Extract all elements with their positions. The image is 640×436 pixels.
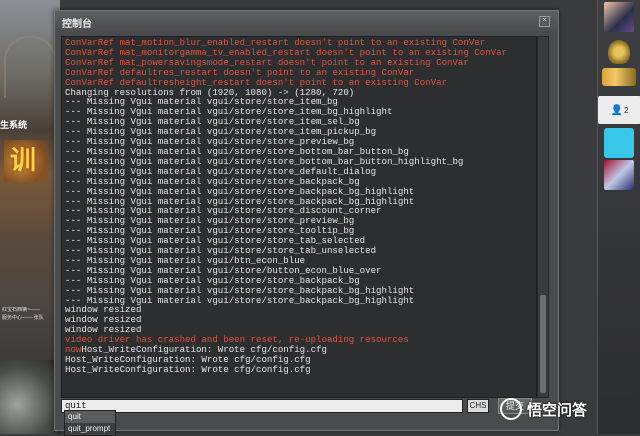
game-background-left: 生系统 训 红宝石西辆~—— 服务中心——·张队 — [0, 0, 60, 434]
scrollbar-thumb[interactable] — [540, 295, 546, 393]
autocomplete-item[interactable]: quit — [65, 411, 115, 423]
console-line: --- Missing Vgui material vgui/store/sto… — [65, 185, 415, 197]
background-small-text-2: 服务中心——·张队 — [2, 315, 44, 321]
friend-avatar[interactable] — [604, 160, 634, 190]
console-window: 控制台 × ConVarRef mat_motion_blur_enabled_… — [54, 10, 559, 431]
background-arch — [4, 36, 56, 98]
watermark-text: 悟空问答 — [527, 401, 588, 419]
right-sidebar: 👤 2 — [597, 0, 640, 434]
watermark: 悟空问答 — [500, 398, 587, 420]
console-log[interactable]: ConVarRef mat_motion_blur_enabled_restar… — [61, 36, 537, 398]
friends-count: 2 — [624, 105, 629, 115]
close-button[interactable]: × — [539, 16, 550, 27]
watermark-logo-icon — [500, 398, 522, 420]
autocomplete-item[interactable]: quit_prompt — [65, 423, 115, 435]
close-icon: × — [542, 17, 547, 24]
command-input[interactable] — [61, 399, 463, 413]
player-avatar[interactable] — [604, 2, 634, 32]
friend-avatar[interactable] — [604, 128, 634, 158]
console-titlebar[interactable]: 控制台 × — [55, 11, 558, 31]
autocomplete-dropdown: quit quit_prompt — [64, 410, 116, 436]
background-bottom-art — [0, 360, 58, 434]
console-title: 控制台 — [62, 19, 92, 30]
friends-button[interactable]: 👤 2 — [598, 96, 640, 124]
background-small-text-1: 红宝石西辆~—— — [2, 307, 40, 313]
friends-icon: 👤 — [610, 104, 623, 116]
ime-indicator[interactable]: CHS — [467, 399, 489, 413]
background-big-character: 训 — [10, 145, 37, 175]
console-log-lines: ConVarRef mat_motion_blur_enabled_restar… — [65, 38, 536, 375]
rank-badge-icon[interactable] — [608, 40, 630, 64]
background-title-text: 生系统 — [0, 120, 28, 130]
console-line: Host_WriteConfiguration: Wrote cfg/confi… — [65, 363, 311, 375]
console-scrollbar[interactable] — [537, 36, 549, 398]
weapon-icon[interactable] — [602, 68, 636, 86]
